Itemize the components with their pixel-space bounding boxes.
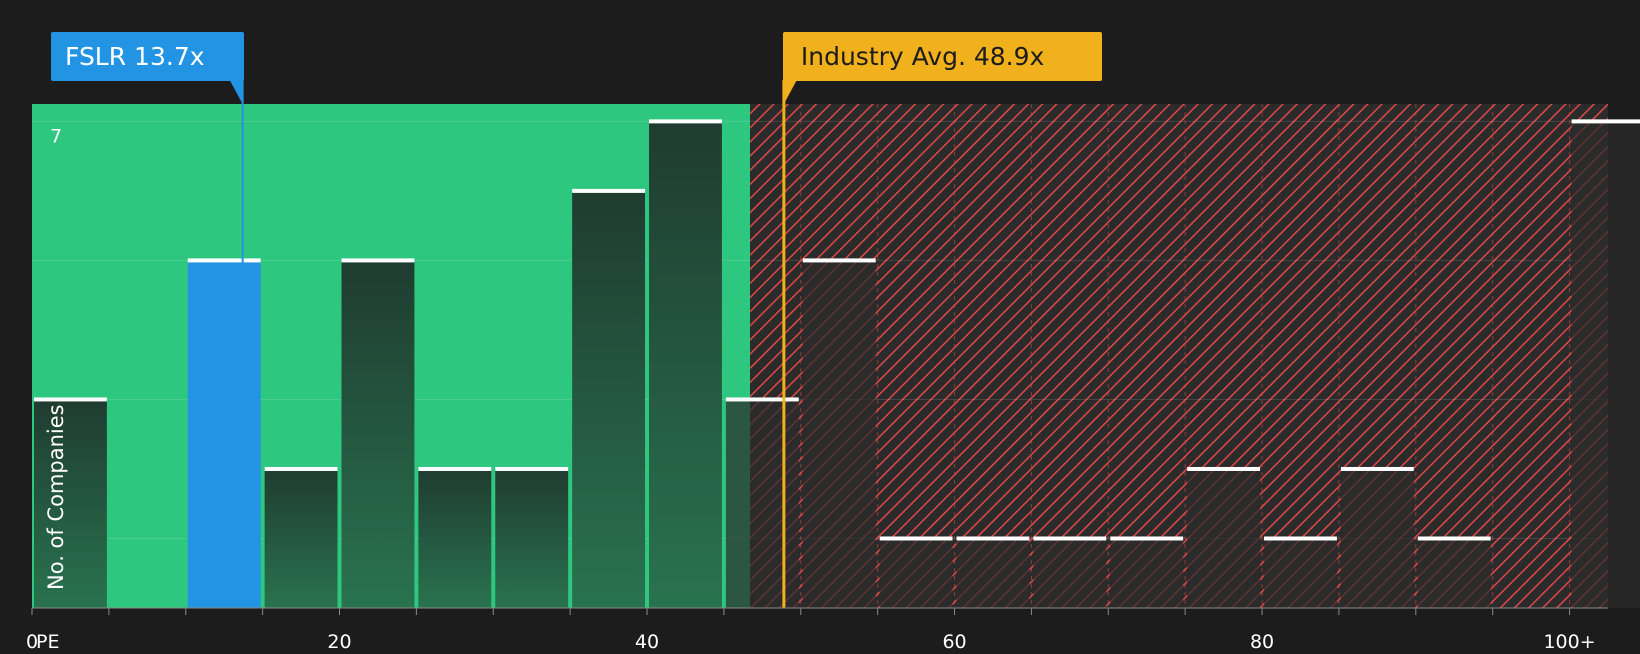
bar-cap — [1187, 466, 1261, 471]
bar-cap — [418, 466, 492, 471]
bar-cap — [1264, 536, 1337, 541]
histogram-bar — [1571, 121, 1640, 609]
bar-cap — [1340, 466, 1414, 471]
pe-distribution-chart: 0 20 40 60 80 100+ PE 7 No. of Companies FSLR 13… — [0, 0, 1640, 653]
x-axis-label: PE — [36, 631, 59, 650]
x-tick-label: 80 — [1250, 631, 1274, 650]
bar-cap — [34, 397, 107, 402]
bar-cap — [879, 536, 953, 541]
chart-svg: 0 20 40 60 80 100+PE7No. of Companies — [26, 80, 1640, 653]
histogram-bar — [1340, 468, 1414, 608]
bar-cap — [572, 188, 646, 193]
industry-avg-callout: Industry Avg. 48.9x — [782, 32, 1102, 81]
overvalued-zone — [750, 104, 1608, 608]
histogram-bar — [1417, 538, 1491, 608]
histogram-bar — [572, 190, 646, 608]
histogram-bar — [1033, 538, 1107, 608]
histogram-bar — [418, 468, 492, 608]
histogram-bar — [1187, 468, 1261, 608]
bar-cap — [1033, 536, 1107, 541]
histogram-bar — [264, 468, 338, 608]
bar-cap — [341, 258, 415, 263]
bar-cap — [725, 397, 799, 402]
x-tick-label: 40 — [635, 631, 659, 650]
x-tick-label: 60 — [942, 631, 966, 650]
bar-cap — [495, 466, 569, 471]
bar-cap — [649, 119, 722, 124]
x-tick-label: 20 — [327, 631, 351, 650]
bar-cap — [956, 536, 1030, 541]
histogram-bar — [725, 399, 799, 608]
y-tick-label: 7 — [50, 125, 62, 147]
bar-cap — [802, 258, 876, 263]
industry-callout-pointer — [783, 80, 797, 104]
histogram-bar — [649, 121, 722, 609]
histogram-bar — [187, 260, 261, 608]
company-pe-callout: FSLR 13.7x — [51, 32, 244, 81]
histogram-bar — [802, 260, 876, 608]
bar-cap — [187, 258, 261, 263]
x-tick-label: 100+ — [1543, 631, 1595, 650]
bar-cap — [1571, 119, 1640, 124]
y-axis-label: No. of Companies — [44, 404, 68, 590]
histogram-bar — [956, 538, 1030, 608]
histogram-bar — [1264, 538, 1337, 608]
company-callout-pointer — [229, 80, 243, 104]
bar-cap — [264, 466, 338, 471]
histogram-bar — [495, 468, 569, 608]
histogram-bar — [341, 260, 415, 608]
bar-cap — [1110, 536, 1184, 541]
histogram-bar — [879, 538, 953, 608]
bar-cap — [1417, 536, 1491, 541]
histogram-bar — [1110, 538, 1184, 608]
